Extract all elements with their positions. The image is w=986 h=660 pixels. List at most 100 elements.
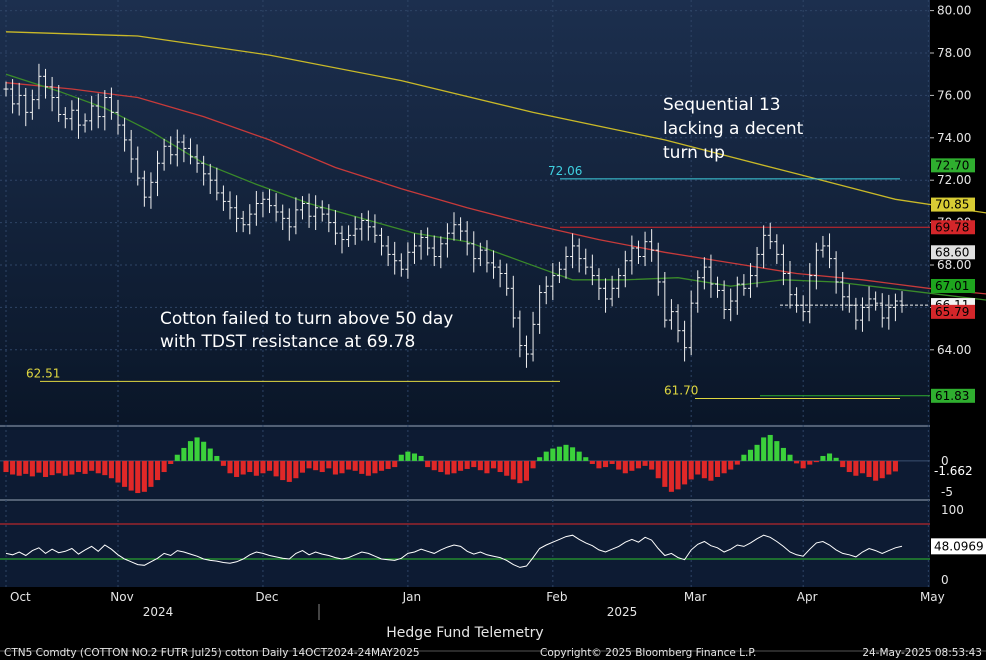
momentum-bar-43	[286, 460, 292, 482]
price-tick-label-1: 78.00	[937, 46, 971, 60]
momentum-bar-18	[122, 460, 128, 487]
momentum-bar-47	[313, 460, 319, 471]
month-label-2: Dec	[255, 590, 278, 604]
momentum-bar-75	[497, 460, 503, 473]
momentum-bar-19	[128, 460, 134, 491]
momentum-bar-90	[596, 460, 602, 469]
momentum-bar-28	[187, 441, 194, 461]
momentum-bar-24	[161, 460, 167, 473]
momentum-bar-42	[280, 460, 286, 481]
price-label-6: 65.79	[935, 305, 969, 319]
momentum-bar-132	[873, 460, 879, 481]
momentum-bar-97	[642, 460, 648, 466]
momentum-bar-53	[352, 460, 358, 471]
momentum-bar-10	[69, 460, 75, 475]
momentum-bar-105	[695, 460, 701, 475]
footer-timestamp: 24-May-2025 08:53:43	[862, 647, 982, 659]
momentum-bar-130	[859, 460, 866, 474]
momentum-bar-89	[589, 460, 595, 464]
momentum-bar-48	[319, 460, 325, 473]
momentum-bar-121	[800, 460, 806, 469]
cotton-chart: 72.06 62.51 61.70 80.00 78.00 76.00 74.00 72.0…	[0, 0, 986, 660]
momentum-bar-51	[339, 460, 345, 474]
momentum-bar-31	[207, 448, 213, 461]
momentum-bar-26	[174, 454, 180, 461]
momentum-bar-127	[840, 460, 846, 468]
momentum-bar-33	[220, 460, 226, 466]
level-label-2: 61.70	[664, 384, 698, 398]
momentum-bar-112	[741, 454, 747, 461]
price-tick-label-0: 80.00	[937, 4, 971, 18]
rsi-tick-label-2: 0	[941, 573, 949, 587]
momentum-bar-122	[807, 460, 813, 465]
momentum-bar-79	[523, 460, 530, 481]
month-label-0: Oct	[10, 590, 31, 604]
price-label-2: 69.78	[935, 220, 969, 234]
momentum-bar-41	[273, 460, 279, 477]
momentum-bar-46	[306, 460, 312, 469]
momentum-bar-1	[10, 460, 16, 475]
momentum-bar-81	[537, 457, 543, 461]
momentum-bar-134	[886, 460, 892, 475]
momentum-bar-30	[201, 441, 207, 461]
month-label-3: Jan	[402, 590, 422, 604]
annotation-sequential-line3: turn up	[663, 143, 725, 163]
momentum-bar-116	[767, 434, 773, 461]
rsi-tick-label-0: 100	[941, 503, 964, 517]
momentum-bar-115	[761, 437, 767, 461]
momentum-bar-35	[234, 460, 240, 477]
momentum-bar-85	[563, 444, 569, 461]
price-label-3: 68.60	[935, 245, 969, 259]
momentum-bar-60	[398, 454, 404, 461]
month-label-6: Apr	[797, 590, 818, 604]
level-label-0: 72.06	[548, 164, 582, 178]
momentum-bar-13	[89, 460, 95, 471]
momentum-bar-4	[29, 460, 35, 477]
momentum-bar-124	[820, 455, 826, 461]
price-label-4: 67.01	[935, 279, 969, 293]
momentum-bar-64	[425, 460, 431, 468]
momentum-bar-67	[444, 460, 450, 475]
momentum-bar-44	[293, 460, 299, 479]
momentum-bar-34	[227, 460, 233, 474]
price-tick-label-8: 64.00	[937, 343, 971, 357]
momentum-bar-54	[359, 460, 365, 474]
month-label-5: Mar	[684, 590, 707, 604]
momentum-bar-62	[411, 453, 418, 461]
momentum-bar-120	[794, 460, 800, 464]
momentum-bar-118	[780, 447, 786, 461]
momentum-tick-label-1: -5	[941, 485, 953, 499]
annotation-cotton-line1: Cotton failed to turn above 50 day	[160, 309, 453, 329]
momentum-bar-61	[405, 451, 411, 461]
momentum-bar-93	[616, 460, 622, 470]
momentum-bar-17	[115, 460, 121, 483]
momentum-bar-16	[108, 460, 114, 479]
momentum-bar-56	[372, 460, 378, 474]
momentum-bar-101	[668, 460, 674, 492]
annotation-cotton-line2: with TDST resistance at 69.78	[160, 332, 415, 352]
momentum-bar-58	[385, 460, 391, 469]
momentum-bar-82	[543, 451, 549, 461]
momentum-bar-125	[826, 453, 833, 461]
momentum-bar-108	[714, 460, 721, 477]
momentum-bar-27	[181, 447, 187, 461]
month-label-4: Feb	[546, 590, 567, 604]
momentum-bar-0	[3, 460, 9, 473]
price-tick-label-6: 68.00	[937, 258, 971, 272]
momentum-bar-99	[655, 460, 661, 479]
momentum-bar-65	[431, 460, 437, 471]
price-tick-label-3: 74.00	[937, 131, 971, 145]
momentum-bar-2	[16, 460, 22, 476]
momentum-bar-63	[418, 455, 424, 461]
momentum-bar-68	[451, 460, 457, 474]
momentum-bar-8	[56, 460, 62, 474]
momentum-bar-45	[299, 460, 306, 473]
momentum-bar-21	[141, 460, 147, 492]
momentum-last-value: -1.662	[934, 464, 973, 478]
momentum-bar-20	[135, 460, 141, 494]
momentum-bar-133	[879, 460, 885, 479]
momentum-bar-87	[576, 451, 582, 461]
momentum-bar-72	[477, 460, 483, 471]
momentum-bar-135	[892, 460, 898, 472]
footer-copyright: Copyright© 2025 Bloomberg Finance L.P.	[540, 647, 756, 659]
